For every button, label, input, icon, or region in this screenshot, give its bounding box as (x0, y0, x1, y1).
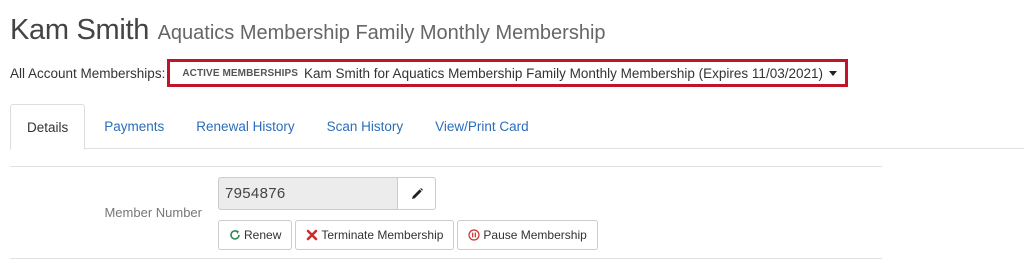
member-number-label: Member Number (104, 205, 202, 220)
member-name: Kam Smith (10, 14, 150, 46)
tab-renewal-history[interactable]: Renewal History (180, 104, 310, 149)
account-memberships-row: All Account Memberships: ACTIVE MEMBERSH… (10, 58, 848, 88)
membership-tabs: Details Payments Renewal History Scan Hi… (10, 104, 1024, 150)
pause-circle-icon (468, 229, 481, 241)
member-number-input[interactable] (218, 177, 397, 210)
selected-membership-text: Kam Smith for Aquatics Membership Family… (304, 65, 823, 81)
section-divider-bottom (10, 258, 882, 259)
tab-payments[interactable]: Payments (88, 104, 180, 149)
tab-scan-history[interactable]: Scan History (311, 104, 420, 149)
edit-member-number-button[interactable] (397, 177, 436, 210)
caret-down-icon (828, 70, 837, 76)
pause-membership-button[interactable]: Pause Membership (457, 220, 598, 250)
refresh-icon (229, 229, 241, 241)
terminate-label: Terminate Membership (321, 228, 444, 242)
membership-actions: Renew Terminate Membership Pause Members… (218, 220, 601, 250)
renew-button[interactable]: Renew (218, 220, 293, 250)
section-divider (10, 166, 882, 167)
pencil-icon (411, 187, 423, 199)
tab-details[interactable]: Details (10, 104, 86, 150)
page-header: Kam Smith Aquatics Membership Family Mon… (10, 14, 606, 47)
terminate-membership-button[interactable]: Terminate Membership (295, 220, 455, 250)
membership-select-dropdown[interactable]: ACTIVE MEMBERSHIPS Kam Smith for Aquatic… (167, 59, 848, 87)
renew-label: Renew (244, 228, 282, 242)
pause-label: Pause Membership (483, 228, 587, 242)
tab-view-print-card[interactable]: View/Print Card (419, 104, 545, 149)
x-icon (306, 229, 318, 241)
account-memberships-label: All Account Memberships: (10, 65, 166, 81)
active-memberships-badge: ACTIVE MEMBERSHIPS (182, 67, 299, 79)
member-number-group (218, 177, 436, 210)
membership-title: Aquatics Membership Family Monthly Membe… (157, 22, 606, 44)
